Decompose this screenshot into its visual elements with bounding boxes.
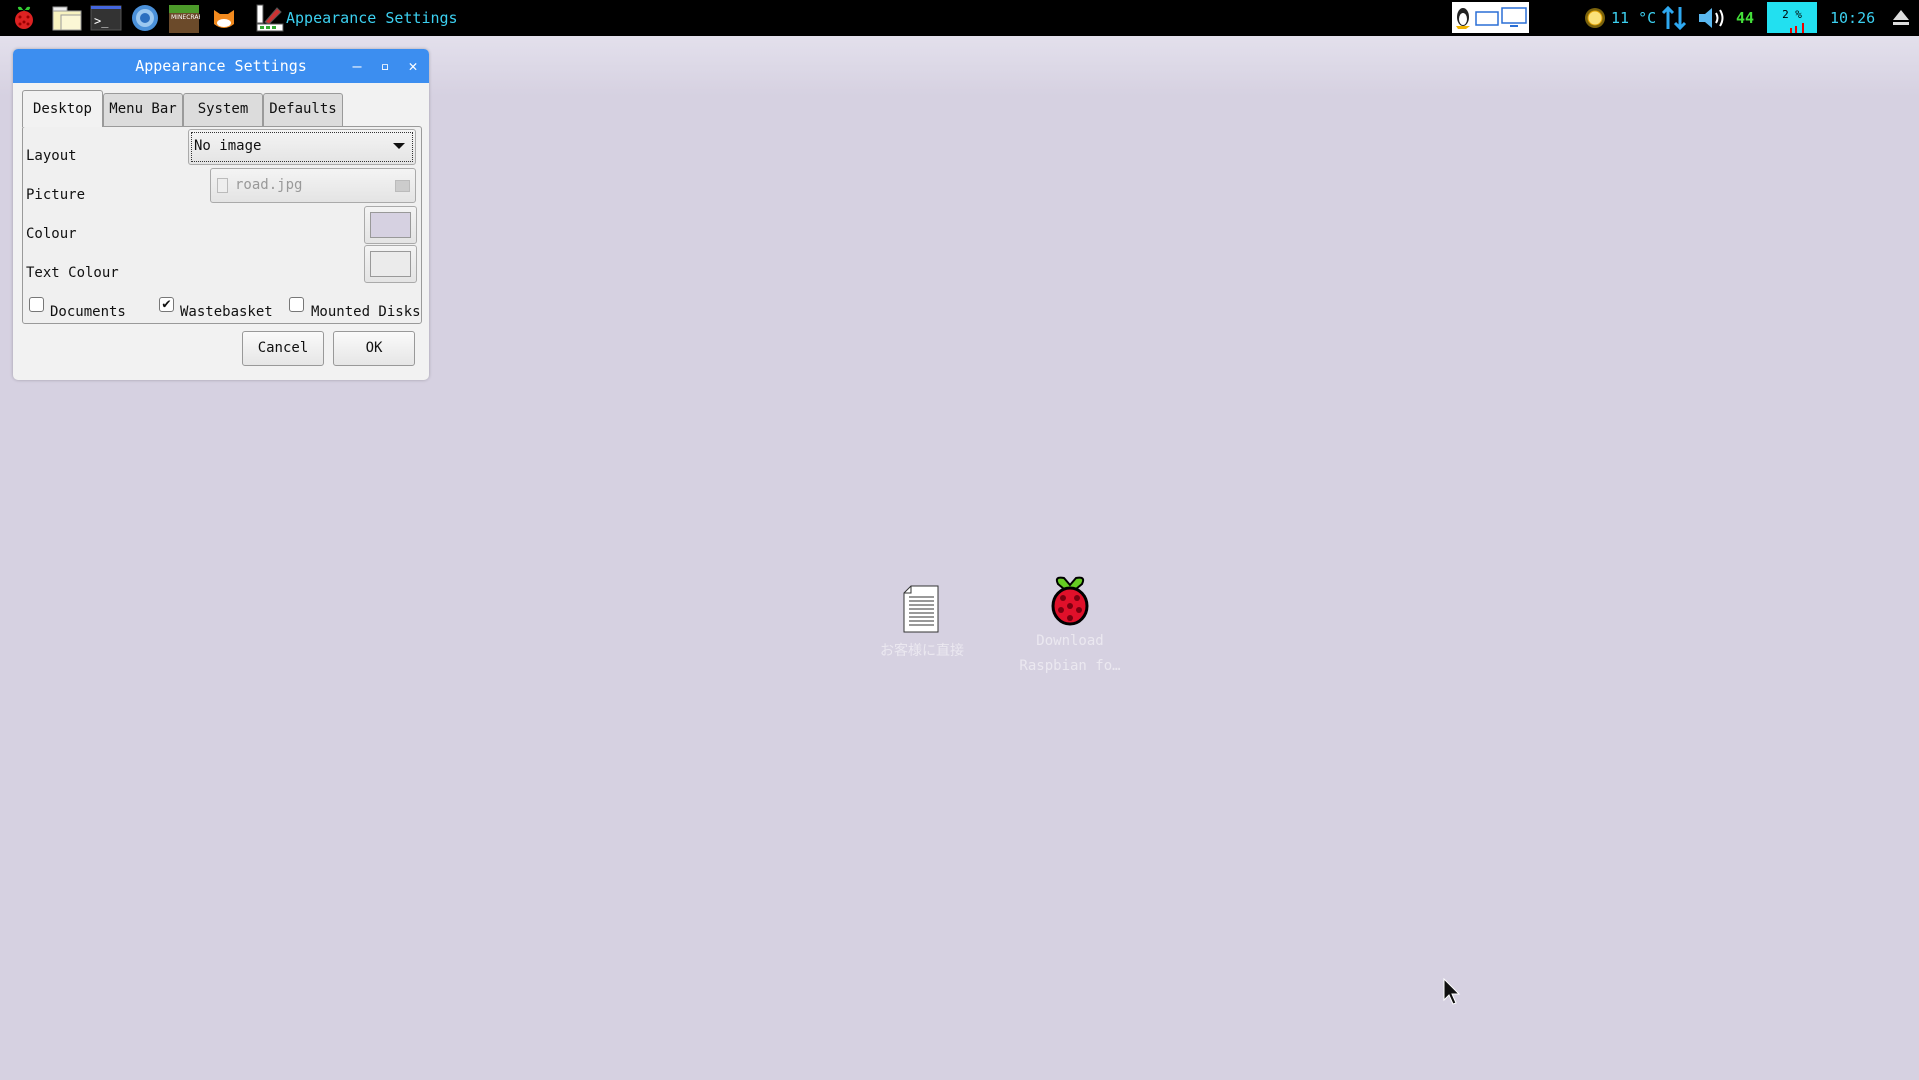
tab-desktop[interactable]: Desktop [22,90,103,127]
temperature-readout: 11 °C [1611,9,1657,27]
desktop-icon-label[interactable]: Download [990,633,1150,649]
ok-button[interactable]: OK [333,331,415,366]
layout-value: No image [194,138,262,154]
desktop-tab-panel: Layout No image Picture road.jpg Colour … [22,126,422,324]
minimize-button[interactable]: – [346,49,368,83]
chevron-down-icon [393,143,405,149]
layout-label: Layout [26,148,77,164]
svg-text:>_: >_ [94,14,109,28]
cancel-button[interactable]: Cancel [242,331,324,366]
close-button[interactable]: ✕ [402,49,424,83]
mounted-disks-checkbox[interactable] [289,297,304,312]
chromium-icon[interactable] [131,4,159,32]
taskbar: >_ MINECRAFT Appearance Settings 11 °C 4… [0,0,1919,36]
network-icon[interactable] [1661,5,1687,31]
desktop-icon-label[interactable]: Raspbian fo… [990,658,1150,674]
wastebasket-checkbox[interactable]: ✔ [159,297,174,312]
tab-menu-bar[interactable]: Menu Bar [103,93,183,126]
text-colour-picker-button[interactable] [364,245,417,283]
keyboard-layout-widget[interactable] [1452,2,1529,33]
colour-swatch [370,212,411,238]
cpu-monitor[interactable]: 2 % [1767,2,1817,33]
text-document-icon[interactable] [903,585,939,633]
colour-label: Colour [26,226,77,242]
folder-icon [395,180,410,192]
picture-label: Picture [26,187,86,203]
picture-file-chooser[interactable]: road.jpg [210,168,416,203]
mounted-disks-label: Mounted Disks [311,304,421,320]
colour-picker-button[interactable] [364,206,417,244]
mouse-cursor [1443,977,1463,1006]
clock[interactable]: 10:26 [1830,0,1875,36]
weather-sun-icon [1583,6,1607,30]
file-manager-icon[interactable] [51,4,82,32]
documents-checkbox[interactable] [29,297,44,312]
volume-icon[interactable] [1697,6,1727,30]
dialog-title: Appearance Settings [135,57,307,75]
scratch-icon[interactable] [210,4,238,32]
desktop-icon-label[interactable]: お客様に直接 [842,640,1002,660]
picture-value: road.jpg [235,177,303,193]
layout-dropdown[interactable]: No image [188,129,416,165]
tab-defaults[interactable]: Defaults [263,93,343,126]
appearance-settings-dialog: Appearance Settings – ▫ ✕ Desktop Menu B… [13,49,429,380]
volume-level: 44 [1736,9,1755,27]
minecraft-icon[interactable]: MINECRAFT [168,4,206,33]
text-colour-label: Text Colour [26,265,119,281]
documents-label: Documents [50,304,126,320]
eject-icon[interactable] [1892,9,1910,27]
appearance-settings-window-icon[interactable] [255,4,284,32]
image-file-icon [217,178,228,193]
raspberry-icon[interactable] [1048,576,1092,626]
maximize-button[interactable]: ▫ [374,49,396,83]
wastebasket-label: Wastebasket [180,304,273,320]
terminal-icon[interactable]: >_ [90,4,122,32]
text-colour-swatch [370,251,411,277]
tab-system[interactable]: System [183,93,263,126]
svg-text:MINECRAFT: MINECRAFT [171,14,200,21]
raspberry-menu-icon[interactable] [10,4,38,32]
taskbar-window-button[interactable]: Appearance Settings [286,0,458,36]
